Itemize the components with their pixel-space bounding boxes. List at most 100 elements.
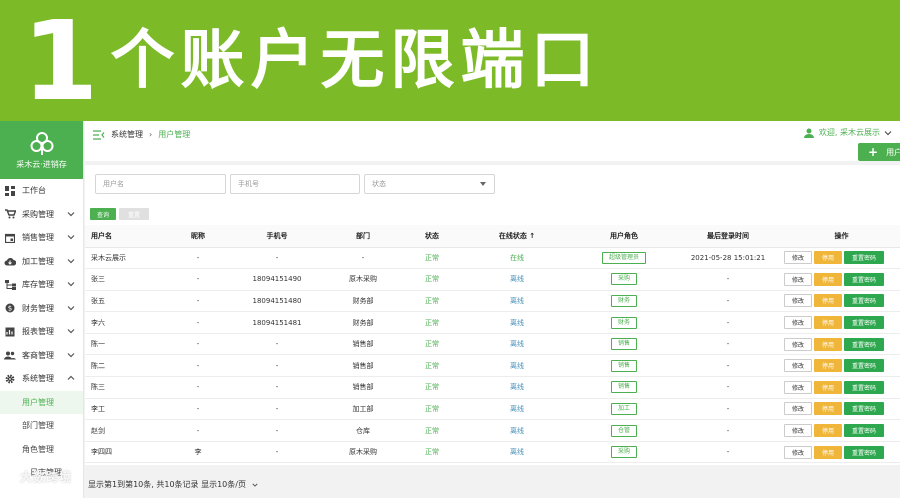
cell-username: 采木云展示 (85, 247, 163, 270)
row-actions: 修改 停用 重置密码 (783, 424, 900, 438)
gear-icon (4, 373, 16, 385)
disable-button[interactable]: 停用 (814, 359, 842, 373)
reset-button[interactable]: 重置 (119, 208, 149, 220)
sidebar-item-reports[interactable]: 报表管理 (0, 320, 83, 344)
sidebar-subitem-user-management[interactable]: 用户管理 (0, 390, 83, 414)
sidebar-item-label: 系统管理 (22, 374, 54, 384)
brand[interactable]: 采木云·进销存 (0, 121, 83, 179)
disable-button[interactable]: 停用 (814, 380, 842, 394)
cell-last-login: - (673, 290, 783, 313)
disable-button[interactable]: 停用 (814, 272, 842, 286)
cell-phone: - (233, 376, 321, 399)
disable-button[interactable]: 停用 (814, 316, 842, 330)
reset-password-button[interactable]: 重置密码 (844, 359, 884, 373)
cell-username: 陈三 (85, 376, 163, 399)
reset-password-button[interactable]: 重置密码 (844, 337, 884, 351)
edit-button[interactable]: 修改 (784, 424, 812, 438)
role-tag: 财务 (610, 294, 637, 307)
disable-button[interactable]: 停用 (814, 337, 842, 351)
breadcrumb-item-system[interactable]: 系统管理 (111, 129, 143, 140)
edit-button[interactable]: 修改 (784, 272, 812, 286)
sidebar-item-system[interactable]: 系统管理 (0, 367, 83, 391)
sidebar-subitem-department-management[interactable]: 部门管理 (0, 414, 83, 438)
user-greeting: 欢迎, 采木云展示 (818, 128, 880, 137)
cell-department: 原木采购 (321, 441, 405, 464)
user-menu[interactable]: 欢迎, 采木云展示 (803, 127, 892, 138)
sidebar-item-sales[interactable]: 销售管理 (0, 226, 83, 250)
chevron-down-icon (67, 211, 75, 216)
cell-last-login: - (673, 376, 783, 399)
cell-role: 仓管 (575, 419, 673, 442)
row-actions: 修改 停用 重置密码 (783, 316, 900, 330)
phone-search-input[interactable]: 手机号 (230, 174, 360, 194)
username-search-input[interactable]: 用户名 (95, 174, 226, 194)
reset-password-button[interactable]: 重置密码 (844, 272, 884, 286)
cell-department: 加工部 (321, 398, 405, 421)
cell-username: 陈二 (85, 354, 163, 378)
reset-password-button[interactable]: 重置密码 (844, 424, 884, 438)
cell-actions: 修改 停用 重置密码 (783, 398, 900, 421)
username-placeholder: 用户名 (103, 180, 124, 188)
reset-password-button[interactable]: 重置密码 (844, 294, 884, 308)
cell-department: 仓库 (321, 419, 405, 442)
col-header-last-login: 最后登录时间 (673, 225, 783, 248)
cell-phone: - (233, 247, 321, 270)
reset-password-button[interactable]: 重置密码 (844, 251, 884, 265)
edit-button[interactable]: 修改 (784, 402, 812, 416)
sidebar-item-finance[interactable]: $ 财务管理 (0, 297, 83, 321)
cell-nickname: - (163, 398, 233, 421)
add-user-button[interactable]: + 用户 (858, 143, 900, 161)
sidebar-subitem-role-management[interactable]: 角色管理 (0, 438, 83, 462)
cell-online-status: 在线 (459, 247, 575, 270)
disable-button[interactable]: 停用 (814, 294, 842, 308)
menu-fold-icon[interactable] (93, 129, 105, 140)
cell-role: 财务 (575, 311, 673, 334)
cell-last-login: - (673, 354, 783, 378)
reset-password-button[interactable]: 重置密码 (844, 316, 884, 330)
cell-status: 正常 (405, 419, 459, 442)
table-row: 赵剑 - - 仓库 正常 离线 仓管 - 修改 停用 重置密码 (85, 419, 900, 442)
reset-password-button[interactable]: 重置密码 (844, 445, 884, 459)
cell-actions: 修改 停用 重置密码 (783, 290, 900, 313)
table-row: 张三 -18094151490 原木采购 正常 离线 采购 - 修改 停用 重置密码 (85, 268, 900, 291)
cell-nickname: - (163, 354, 233, 378)
sidebar-item-label: 采购管理 (22, 209, 54, 219)
edit-button[interactable]: 修改 (784, 380, 812, 394)
cell-status: 正常 (405, 268, 459, 291)
col-header-online-status[interactable]: 在线状态 ↑ (459, 225, 575, 248)
cell-last-login: - (673, 311, 783, 334)
cell-department: - (321, 247, 405, 270)
edit-button[interactable]: 修改 (784, 251, 812, 265)
edit-button[interactable]: 修改 (784, 294, 812, 308)
row-actions: 修改 停用 重置密码 (783, 402, 900, 416)
sidebar-item-dashboard[interactable]: 工作台 (0, 179, 83, 203)
disable-button[interactable]: 停用 (814, 445, 842, 459)
edit-button[interactable]: 修改 (784, 445, 812, 459)
cell-actions: 修改 停用 重置密码 (783, 333, 900, 356)
cell-online-status: 离线 (459, 441, 575, 464)
sidebar-item-purchase[interactable]: 采购管理 (0, 203, 83, 227)
cell-status: 正常 (405, 333, 459, 356)
reset-password-button[interactable]: 重置密码 (844, 380, 884, 394)
disable-button[interactable]: 停用 (814, 251, 842, 265)
cell-actions: 修改 停用 重置密码 (783, 247, 900, 270)
calendar-icon (4, 232, 16, 244)
col-header-status: 状态 (405, 225, 459, 248)
disable-button[interactable]: 停用 (814, 402, 842, 416)
edit-button[interactable]: 修改 (784, 316, 812, 330)
status-select[interactable]: 状态 (364, 174, 495, 194)
edit-button[interactable]: 修改 (784, 337, 812, 351)
cell-username: 李工 (85, 398, 163, 421)
sidebar: 采木云·进销存 工作台 采购管理 销售管理 加工管理 库存管理 $ 财务管理 报… (0, 121, 84, 498)
query-button[interactable]: 查询 (90, 208, 116, 220)
cell-phone: 18094151481 (233, 311, 321, 334)
chevron-down-icon[interactable] (252, 482, 258, 488)
sidebar-item-processing[interactable]: 加工管理 (0, 250, 83, 274)
edit-button[interactable]: 修改 (784, 359, 812, 373)
cell-actions: 修改 停用 重置密码 (783, 419, 900, 442)
cell-actions: 修改 停用 重置密码 (783, 354, 900, 378)
disable-button[interactable]: 停用 (814, 424, 842, 438)
reset-password-button[interactable]: 重置密码 (844, 402, 884, 416)
sidebar-item-inventory[interactable]: 库存管理 (0, 273, 83, 297)
sidebar-item-merchants[interactable]: 客商管理 (0, 344, 83, 368)
